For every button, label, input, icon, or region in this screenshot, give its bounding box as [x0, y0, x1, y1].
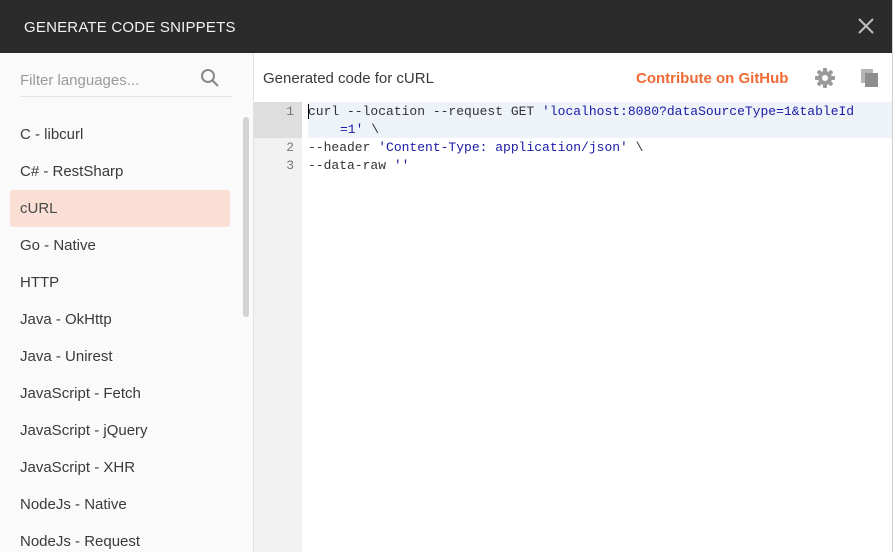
- language-item[interactable]: NodeJs - Request: [10, 523, 230, 552]
- language-item[interactable]: HTTP: [10, 264, 230, 301]
- code-line-1-wrap: =1' \: [340, 121, 379, 139]
- code-panel-header: Generated code for cURL Contribute on Gi…: [254, 53, 892, 102]
- code-text: --data-raw: [308, 158, 394, 173]
- language-search: [20, 66, 232, 97]
- code-string: =1': [340, 122, 364, 137]
- code-text: curl --location --request GET: [308, 104, 543, 119]
- line-number: 1: [286, 104, 294, 119]
- code-line-2: --header 'Content-Type: application/json…: [308, 139, 643, 157]
- code-panel: Generated code for cURL Contribute on Gi…: [254, 53, 892, 552]
- dialog-header: GENERATE CODE SNIPPETS: [0, 0, 892, 53]
- language-item[interactable]: JavaScript - XHR: [10, 449, 230, 486]
- line-number: 3: [286, 158, 294, 173]
- sidebar-scrollbar[interactable]: [243, 117, 249, 317]
- code-panel-title: Generated code for cURL: [263, 70, 434, 87]
- code-text: \: [363, 122, 380, 137]
- language-sidebar: C - libcurlC# - RestSharpcURLGo - Native…: [0, 53, 254, 552]
- code-line-1: curl --location --request GET 'localhost…: [308, 103, 854, 121]
- language-item[interactable]: Java - Unirest: [10, 338, 230, 375]
- code-line-3: --data-raw '': [308, 157, 409, 175]
- copy-icon[interactable]: [860, 68, 880, 88]
- language-item[interactable]: JavaScript - jQuery: [10, 412, 230, 449]
- close-icon[interactable]: [855, 15, 877, 37]
- line-number: 2: [286, 140, 294, 155]
- text-cursor: [308, 104, 309, 119]
- language-item[interactable]: C - libcurl: [10, 116, 230, 153]
- code-string: 'localhost:8080?dataSourceType=1&tableId: [542, 104, 855, 119]
- code-editor[interactable]: 1 2 3 curl --location --request GET 'loc…: [254, 102, 892, 552]
- language-item[interactable]: C# - RestSharp: [10, 153, 230, 190]
- gear-icon[interactable]: [814, 67, 836, 89]
- code-text: \: [627, 140, 644, 155]
- search-icon[interactable]: [200, 68, 220, 88]
- language-item[interactable]: cURL: [10, 190, 230, 227]
- language-item[interactable]: Java - OkHttp: [10, 301, 230, 338]
- code-text: --header: [308, 140, 379, 155]
- line-number-gutter: 1 2 3: [254, 102, 302, 552]
- dialog-title: GENERATE CODE SNIPPETS: [24, 19, 236, 36]
- language-item[interactable]: NodeJs - Native: [10, 486, 230, 523]
- code-snippets-dialog: GENERATE CODE SNIPPETS C - libcurlC# - R…: [0, 0, 893, 552]
- code-string: 'Content-Type: application/json': [378, 140, 628, 155]
- search-input[interactable]: [20, 66, 190, 94]
- github-link[interactable]: Contribute on GitHub: [636, 70, 788, 87]
- language-item[interactable]: JavaScript - Fetch: [10, 375, 230, 412]
- language-item[interactable]: Go - Native: [10, 227, 230, 264]
- code-string: '': [393, 158, 410, 173]
- language-list: C - libcurl C# - RestSharp cURL Go - Native…: [10, 116, 230, 552]
